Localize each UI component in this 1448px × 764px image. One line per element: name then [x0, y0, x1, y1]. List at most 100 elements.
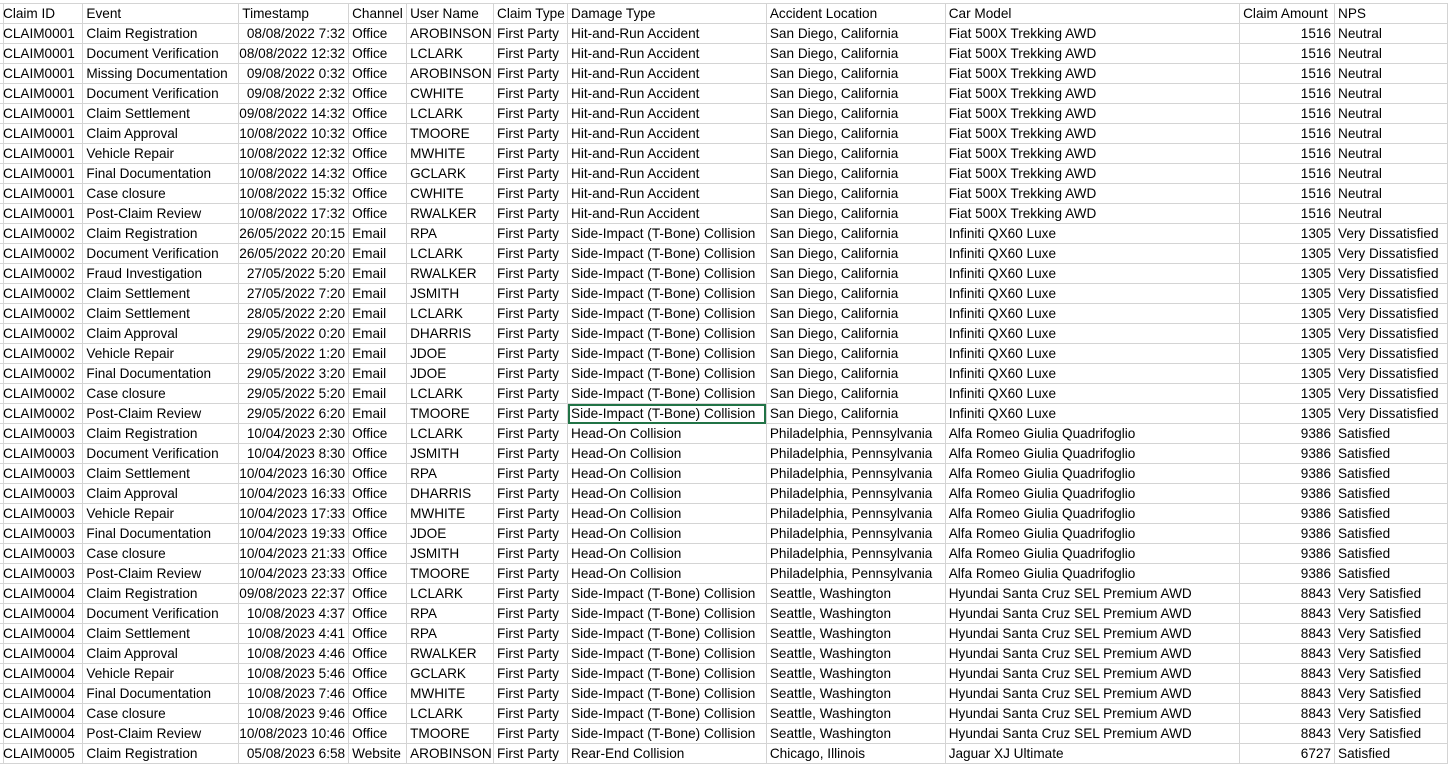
cell-event[interactable]: Claim Registration	[82, 743, 240, 764]
cell-claim-id[interactable]: CLAIM0004	[0, 583, 84, 604]
cell-accident-location[interactable]: San Diego, California	[766, 183, 946, 204]
cell-damage-type[interactable]: Head-On Collision	[567, 463, 767, 484]
cell-claim-id[interactable]: CLAIM0001	[0, 143, 84, 164]
cell-claim-amount[interactable]: 1305	[1239, 223, 1336, 244]
cell-claim-id[interactable]: CLAIM0004	[0, 623, 84, 644]
cell-claim-amount[interactable]: 9386	[1239, 523, 1336, 544]
cell-nps[interactable]: Neutral	[1334, 203, 1448, 224]
cell-car-model[interactable]: Hyundai Santa Cruz SEL Premium AWD	[945, 603, 1241, 624]
header-cell-claim-type[interactable]: Claim Type	[493, 4, 568, 24]
cell-car-model[interactable]: Fiat 500X Trekking AWD	[945, 103, 1241, 124]
cell-timestamp[interactable]: 09/08/2023 22:37	[238, 583, 350, 604]
cell-damage-type[interactable]: Head-On Collision	[567, 563, 767, 584]
cell-nps[interactable]: Satisfied	[1334, 463, 1448, 484]
cell-claim-amount[interactable]: 1516	[1239, 63, 1336, 84]
cell-user-name[interactable]: CWHITE	[406, 183, 495, 204]
cell-claim-id[interactable]: CLAIM0002	[0, 323, 84, 344]
cell-event[interactable]: Case closure	[82, 703, 240, 724]
cell-claim-amount[interactable]: 9386	[1239, 483, 1336, 504]
cell-claim-type[interactable]: First Party	[493, 603, 568, 624]
cell-event[interactable]: Claim Settlement	[82, 623, 240, 644]
cell-damage-type[interactable]: Head-On Collision	[567, 523, 767, 544]
cell-timestamp[interactable]: 08/08/2022 12:32	[238, 43, 350, 64]
cell-claim-type[interactable]: First Party	[493, 123, 568, 144]
cell-claim-id[interactable]: CLAIM0005	[0, 743, 84, 764]
cell-timestamp[interactable]: 09/08/2022 2:32	[238, 83, 350, 104]
cell-claim-amount[interactable]: 9386	[1239, 423, 1336, 444]
cell-channel[interactable]: Email	[348, 243, 408, 264]
cell-damage-type[interactable]: Hit-and-Run Accident	[567, 103, 767, 124]
cell-nps[interactable]: Neutral	[1334, 43, 1448, 64]
cell-nps[interactable]: Satisfied	[1334, 423, 1448, 444]
cell-accident-location[interactable]: San Diego, California	[766, 403, 946, 424]
cell-damage-type[interactable]: Side-Impact (T-Bone) Collision	[567, 703, 767, 724]
cell-event[interactable]: Document Verification	[82, 603, 240, 624]
cell-accident-location[interactable]: Seattle, Washington	[766, 623, 946, 644]
cell-claim-amount[interactable]: 1516	[1239, 183, 1336, 204]
cell-car-model[interactable]: Infiniti QX60 Luxe	[945, 223, 1241, 244]
cell-nps[interactable]: Satisfied	[1334, 503, 1448, 524]
cell-damage-type[interactable]: Side-Impact (T-Bone) Collision	[567, 383, 767, 404]
cell-claim-amount[interactable]: 8843	[1239, 723, 1336, 744]
cell-event[interactable]: Missing Documentation	[82, 63, 240, 84]
cell-event[interactable]: Post-Claim Review	[82, 563, 240, 584]
cell-damage-type[interactable]: Side-Impact (T-Bone) Collision	[567, 583, 767, 604]
cell-event[interactable]: Case closure	[82, 383, 240, 404]
cell-damage-type[interactable]: Side-Impact (T-Bone) Collision	[567, 663, 767, 684]
cell-claim-type[interactable]: First Party	[493, 403, 568, 424]
cell-car-model[interactable]: Hyundai Santa Cruz SEL Premium AWD	[945, 643, 1241, 664]
cell-event[interactable]: Vehicle Repair	[82, 143, 240, 164]
cell-damage-type[interactable]: Side-Impact (T-Bone) Collision	[567, 723, 767, 744]
cell-car-model[interactable]: Fiat 500X Trekking AWD	[945, 183, 1241, 204]
cell-car-model[interactable]: Infiniti QX60 Luxe	[945, 403, 1241, 424]
cell-car-model[interactable]: Alfa Romeo Giulia Quadrifoglio	[945, 523, 1241, 544]
cell-timestamp[interactable]: 26/05/2022 20:15	[238, 223, 350, 244]
cell-user-name[interactable]: RWALKER	[406, 263, 495, 284]
cell-nps[interactable]: Very Dissatisfied	[1334, 303, 1448, 324]
cell-timestamp[interactable]: 05/08/2023 6:58	[238, 743, 350, 764]
cell-claim-id[interactable]: CLAIM0002	[0, 403, 84, 424]
cell-accident-location[interactable]: San Diego, California	[766, 203, 946, 224]
cell-claim-type[interactable]: First Party	[493, 303, 568, 324]
cell-nps[interactable]: Very Satisfied	[1334, 583, 1448, 604]
cell-nps[interactable]: Neutral	[1334, 63, 1448, 84]
cell-event[interactable]: Final Documentation	[82, 683, 240, 704]
cell-claim-amount[interactable]: 1305	[1239, 303, 1336, 324]
cell-claim-amount[interactable]: 1305	[1239, 243, 1336, 264]
cell-user-name[interactable]: RPA	[406, 603, 495, 624]
cell-car-model[interactable]: Infiniti QX60 Luxe	[945, 363, 1241, 384]
cell-claim-id[interactable]: CLAIM0003	[0, 423, 84, 444]
cell-claim-id[interactable]: CLAIM0002	[0, 283, 84, 304]
cell-timestamp[interactable]: 10/04/2023 2:30	[238, 423, 350, 444]
cell-channel[interactable]: Email	[348, 223, 408, 244]
cell-claim-type[interactable]: First Party	[493, 443, 568, 464]
cell-event[interactable]: Vehicle Repair	[82, 663, 240, 684]
cell-user-name[interactable]: AROBINSON	[406, 23, 495, 44]
cell-timestamp[interactable]: 10/08/2023 4:37	[238, 603, 350, 624]
cell-nps[interactable]: Neutral	[1334, 163, 1448, 184]
cell-claim-id[interactable]: CLAIM0001	[0, 203, 84, 224]
cell-claim-amount[interactable]: 9386	[1239, 463, 1336, 484]
cell-claim-type[interactable]: First Party	[493, 83, 568, 104]
cell-timestamp[interactable]: 10/08/2023 10:46	[238, 723, 350, 744]
cell-user-name[interactable]: LCLARK	[406, 703, 495, 724]
cell-car-model[interactable]: Fiat 500X Trekking AWD	[945, 163, 1241, 184]
cell-channel[interactable]: Office	[348, 603, 408, 624]
cell-claim-amount[interactable]: 9386	[1239, 503, 1336, 524]
cell-claim-id[interactable]: CLAIM0001	[0, 103, 84, 124]
cell-claim-id[interactable]: CLAIM0002	[0, 383, 84, 404]
cell-nps[interactable]: Neutral	[1334, 23, 1448, 44]
cell-accident-location[interactable]: San Diego, California	[766, 83, 946, 104]
cell-claim-id[interactable]: CLAIM0001	[0, 123, 84, 144]
cell-accident-location[interactable]: San Diego, California	[766, 143, 946, 164]
cell-timestamp[interactable]: 09/08/2022 0:32	[238, 63, 350, 84]
cell-channel[interactable]: Office	[348, 683, 408, 704]
cell-nps[interactable]: Very Dissatisfied	[1334, 263, 1448, 284]
cell-nps[interactable]: Neutral	[1334, 103, 1448, 124]
cell-claim-type[interactable]: First Party	[493, 183, 568, 204]
cell-event[interactable]: Post-Claim Review	[82, 403, 240, 424]
cell-channel[interactable]: Office	[348, 143, 408, 164]
header-cell-user-name[interactable]: User Name	[406, 4, 495, 24]
cell-claim-amount[interactable]: 1305	[1239, 383, 1336, 404]
cell-timestamp[interactable]: 26/05/2022 20:20	[238, 243, 350, 264]
